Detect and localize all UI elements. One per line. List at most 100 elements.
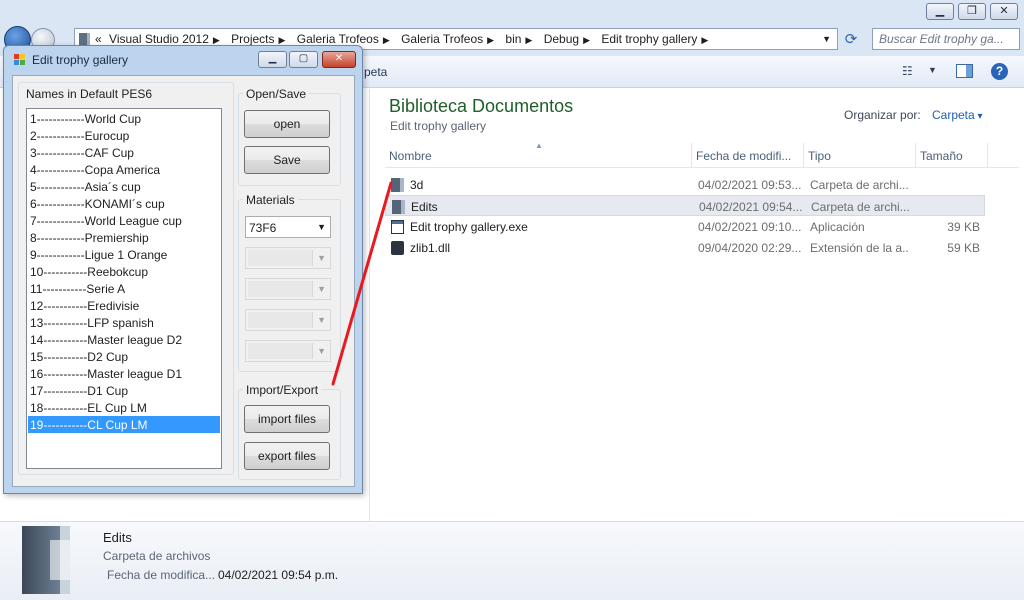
list-item[interactable]: 5------------Asia´s cup: [28, 178, 220, 195]
material-select[interactable]: 73F6 ▼: [245, 216, 331, 238]
list-item[interactable]: 13-----------LFP spanish: [28, 314, 220, 331]
list-item[interactable]: 14-----------Master league D2: [28, 331, 220, 348]
chevron-right-icon[interactable]: ▶: [279, 35, 286, 45]
file-size: 39 KB: [947, 220, 980, 234]
list-item[interactable]: 8------------Premiership: [28, 229, 220, 246]
list-item[interactable]: 11-----------Serie A: [28, 280, 220, 297]
material-select-value: 73F6: [249, 221, 277, 235]
file-date: 04/02/2021 09:54...: [699, 200, 803, 214]
column-headers: Nombre ▲ Fecha de modifi... Tipo Tamaño: [385, 143, 1019, 168]
dialog-titlebar[interactable]: Edit trophy gallery ▁ ▢ ✕: [4, 46, 362, 74]
file-row[interactable]: Edit trophy gallery.exe 04/02/2021 09:10…: [385, 216, 985, 237]
breadcrumb: « Visual Studio 2012 ▶ Projects ▶ Galeria …: [95, 32, 716, 46]
chevron-right-icon[interactable]: ▶: [213, 35, 220, 45]
column-header-type[interactable]: Tipo: [804, 143, 916, 168]
file-row-selected[interactable]: Edits 04/02/2021 09:54... Carpeta de arc…: [385, 195, 985, 216]
chevron-right-icon[interactable]: ▶: [525, 35, 532, 45]
views-icon[interactable]: ☷: [902, 64, 913, 78]
list-item[interactable]: 16-----------Master league D1: [28, 365, 220, 382]
column-header-date[interactable]: Fecha de modifi...: [692, 143, 804, 168]
details-modified-label: Fecha de modifica...: [107, 568, 216, 582]
list-item[interactable]: 7------------World League cup: [28, 212, 220, 229]
list-item[interactable]: 2------------Eurocup: [28, 127, 220, 144]
chevron-down-icon[interactable]: ▼: [928, 65, 937, 75]
details-type: Carpeta de archivos: [103, 549, 211, 563]
chevron-right-icon[interactable]: ▶: [487, 35, 494, 45]
maximize-button[interactable]: ❐: [958, 3, 986, 20]
organize-dropdown[interactable]: Carpeta: [932, 108, 983, 122]
export-files-button[interactable]: export files: [244, 442, 330, 470]
file-name: Edit trophy gallery.exe: [410, 220, 528, 234]
list-item[interactable]: 18-----------EL Cup LM: [28, 399, 220, 416]
close-button[interactable]: ✕: [322, 51, 356, 68]
names-listbox[interactable]: 1------------World Cup 2------------Euroc…: [26, 108, 222, 469]
sort-ascending-icon: ▲: [535, 143, 543, 150]
list-item[interactable]: 3------------CAF Cup: [28, 144, 220, 161]
list-item[interactable]: 4------------Copa America: [28, 161, 220, 178]
file-row[interactable]: zlib1.dll 09/04/2020 02:29... Extensión …: [385, 237, 985, 258]
refresh-button[interactable]: ⟳: [840, 30, 862, 50]
maximize-button[interactable]: ▢: [289, 51, 318, 68]
list-item[interactable]: 9------------Ligue 1 Orange: [28, 246, 220, 263]
open-button[interactable]: open: [244, 110, 330, 138]
chevron-down-icon[interactable]: ▼: [317, 222, 326, 232]
breadcrumb-overflow[interactable]: «: [95, 32, 102, 46]
list-item[interactable]: 1------------World Cup: [28, 110, 220, 127]
file-name: Edits: [411, 200, 438, 214]
details-pane: Edits Carpeta de archivos Fecha de modif…: [0, 521, 1024, 600]
help-icon[interactable]: ?: [991, 63, 1008, 80]
dll-icon: [391, 241, 404, 255]
material-select-disabled: ▼: [245, 278, 331, 300]
details-name: Edits: [103, 530, 132, 545]
breadcrumb-item[interactable]: Projects: [231, 32, 274, 46]
close-button[interactable]: ✕: [990, 3, 1018, 20]
file-row[interactable]: 3d 04/02/2021 09:53... Carpeta de archi.…: [385, 174, 985, 195]
import-export-label: Import/Export: [243, 383, 322, 397]
column-header-size[interactable]: Tamaño: [916, 143, 988, 168]
breadcrumb-item[interactable]: Galeria Trofeos: [297, 32, 379, 46]
file-date: 04/02/2021 09:53...: [698, 178, 802, 192]
file-date: 04/02/2021 09:10...: [698, 220, 802, 234]
chevron-down-icon: ▼: [317, 315, 326, 325]
file-name: 3d: [410, 178, 424, 192]
import-files-button[interactable]: import files: [244, 405, 330, 433]
list-item[interactable]: 6------------KONAMI´s cup: [28, 195, 220, 212]
list-item[interactable]: 17-----------D1 Cup: [28, 382, 220, 399]
chevron-down-icon: ▼: [317, 284, 326, 294]
list-item[interactable]: 10-----------Reebokcup: [28, 263, 220, 280]
breadcrumb-item[interactable]: bin: [505, 32, 521, 46]
chevron-down-icon[interactable]: ▼: [822, 34, 831, 44]
breadcrumb-item[interactable]: Visual Studio 2012: [109, 32, 209, 46]
save-button[interactable]: Save: [244, 146, 330, 174]
breadcrumb-item[interactable]: Galeria Trofeos: [401, 32, 483, 46]
file-type: Extensión de la a...: [810, 241, 908, 255]
list-item[interactable]: 15-----------D2 Cup: [28, 348, 220, 365]
search-input[interactable]: Buscar Edit trophy ga...: [872, 28, 1020, 50]
material-select-disabled: ▼: [245, 309, 331, 331]
preview-pane-icon[interactable]: [956, 64, 973, 78]
file-type: Aplicación: [810, 220, 865, 234]
column-header-name[interactable]: Nombre ▲: [385, 143, 692, 168]
dialog-client-area: Names in Default PES6 1------------World…: [12, 75, 355, 487]
minimize-button[interactable]: ▁: [926, 3, 954, 20]
details-modified-value: 04/02/2021 09:54 p.m.: [218, 568, 339, 582]
names-label: Names in Default PES6: [26, 87, 153, 101]
library-title: Biblioteca Documentos: [389, 96, 574, 116]
chevron-right-icon[interactable]: ▶: [583, 35, 590, 45]
file-date: 09/04/2020 02:29...: [698, 241, 802, 255]
file-size: 59 KB: [947, 241, 980, 255]
material-select-disabled: ▼: [245, 340, 331, 362]
organize-label: Organizar por:: [844, 108, 921, 122]
minimize-button[interactable]: ▁: [258, 51, 287, 68]
explorer-titlebar: ▁ ❐ ✕: [0, 0, 1024, 26]
edit-trophy-gallery-dialog: Edit trophy gallery ▁ ▢ ✕ Names in Defau…: [3, 45, 363, 494]
breadcrumb-item[interactable]: Debug: [544, 32, 579, 46]
folder-icon: [392, 200, 405, 214]
chevron-right-icon[interactable]: ▶: [383, 35, 390, 45]
list-item-selected[interactable]: 19-----------CL Cup LM: [28, 416, 220, 433]
chevron-down-icon: ▼: [317, 253, 326, 263]
new-folder-button[interactable]: peta: [364, 65, 387, 79]
chevron-right-icon[interactable]: ▶: [701, 35, 708, 45]
list-item[interactable]: 12-----------Eredivisie: [28, 297, 220, 314]
breadcrumb-item[interactable]: Edit trophy gallery: [601, 32, 697, 46]
